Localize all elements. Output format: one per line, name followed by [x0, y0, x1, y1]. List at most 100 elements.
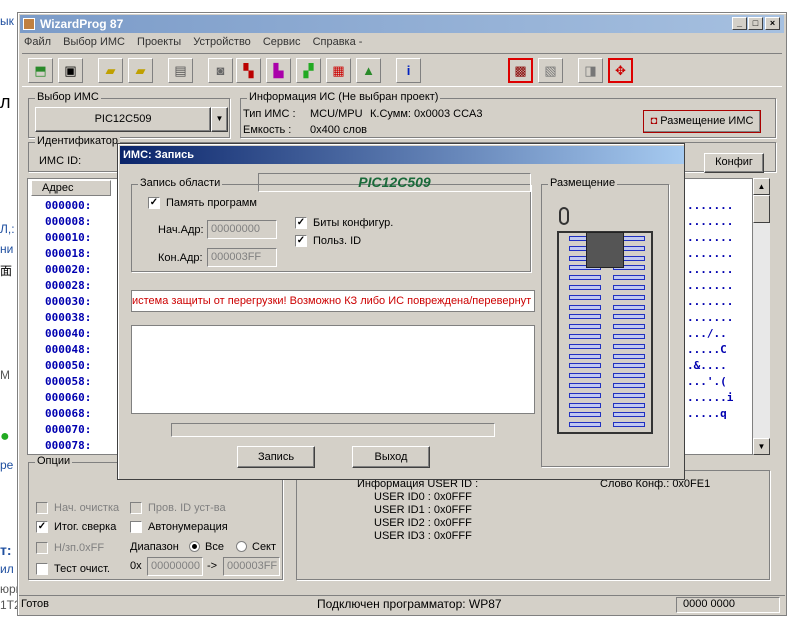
open-folder-icon[interactable]: ▰: [98, 58, 123, 83]
maximize-button[interactable]: □: [748, 17, 763, 30]
socket-pin: [613, 373, 645, 379]
chip-icon[interactable]: ◙: [208, 58, 233, 83]
bg-fragment: М: [0, 368, 10, 382]
progress-bar: [171, 423, 495, 437]
socket-pin: [569, 353, 601, 359]
device-id-checkbox[interactable]: [130, 502, 142, 514]
open-icon[interactable]: ⬒: [28, 58, 53, 83]
socket-pin: [569, 392, 601, 398]
hex-address: 000048:: [45, 343, 92, 356]
hex-address: 000000:: [45, 199, 92, 212]
config-bits-checkbox[interactable]: ✓: [295, 217, 307, 229]
bg-fragment: юрп: [0, 582, 18, 596]
range-all-radio[interactable]: [189, 541, 200, 552]
dialog-titlebar[interactable]: ИМС: Запись: [120, 146, 684, 164]
hex-address: 000068:: [45, 407, 92, 420]
config-button[interactable]: Конфиг: [704, 153, 764, 173]
hex-scrollbar[interactable]: ▲ ▼: [753, 178, 770, 455]
hex-address: 000050:: [45, 359, 92, 372]
final-verify-checkbox[interactable]: ✓: [36, 521, 48, 533]
fullscreen-icon[interactable]: ✥: [608, 58, 633, 83]
range-to-input[interactable]: 000003FF: [223, 557, 280, 576]
hex-ascii: .......: [687, 263, 734, 276]
ims-id-label: ИМС ID:: [39, 155, 82, 167]
socket-pin: [613, 392, 645, 398]
save-icon[interactable]: ▣: [58, 58, 83, 83]
menu-device[interactable]: Устройство: [193, 36, 251, 48]
initial-clear-label: Нач. очистка: [54, 502, 120, 514]
chip-placement-label: Размещение ИМС: [660, 115, 754, 127]
autonumber-checkbox[interactable]: [130, 521, 142, 533]
menu-file[interactable]: Файл: [24, 36, 51, 48]
start-address-label: Нач.Адр:: [158, 224, 204, 236]
range-from-input[interactable]: 00000000: [147, 557, 203, 576]
end-address-input[interactable]: 000003FF: [207, 248, 277, 267]
chip-type-value: MCU/MPU: [310, 108, 363, 120]
socket-pin: [569, 304, 601, 310]
chip-type-label: Тип ИМС :: [243, 108, 296, 120]
window-titlebar[interactable]: WizardProg 87 _ □ ×: [20, 15, 784, 33]
minimize-button[interactable]: _: [732, 17, 747, 30]
menu-help[interactable]: Справка -: [313, 36, 363, 48]
background-window: ык л Л,: ни 面 М ● ре т: ил з юрп 1Т2: [0, 0, 18, 633]
log-area[interactable]: [131, 325, 535, 414]
chip-stop-icon[interactable]: ▩: [508, 58, 533, 83]
socket-pin: [569, 324, 601, 330]
chevron-down-icon[interactable]: ▼: [211, 107, 228, 132]
hex-address: 000070:: [45, 423, 92, 436]
options-label: Опции: [35, 455, 73, 467]
disk-icon[interactable]: ▧: [538, 58, 563, 83]
verify-icon[interactable]: ▞: [296, 58, 321, 83]
socket-pin: [569, 275, 601, 281]
menu-projects[interactable]: Проекты: [137, 36, 181, 48]
error-message: истема защиты от перегрузки! Возможно КЗ…: [131, 290, 535, 312]
erase-icon[interactable]: ▦: [326, 58, 351, 83]
final-verify-label: Итог. сверка: [54, 521, 117, 533]
identifier-label: Идентификатор: [35, 135, 120, 147]
status-programmer: Подключен программатор: WP87: [317, 597, 502, 611]
bg-fragment: 1Т2: [0, 598, 18, 612]
hex-ascii: .../..: [687, 327, 727, 340]
hex-address: 000020:: [45, 263, 92, 276]
scroll-down-icon[interactable]: ▼: [753, 438, 770, 455]
menu-select-chip[interactable]: Выбор ИМС: [63, 36, 125, 48]
status-code: 0000 0000: [676, 597, 780, 613]
exit-button[interactable]: Выход: [352, 446, 430, 468]
hex-address: 000060:: [45, 391, 92, 404]
socket-pin: [613, 285, 645, 290]
chip-select-button[interactable]: PIC12C509: [35, 107, 211, 132]
user-id-checkbox[interactable]: ✓: [295, 235, 307, 247]
user-id-label: Польз. ID: [313, 235, 362, 247]
hex-header-address[interactable]: Адрес: [31, 180, 111, 196]
info-icon[interactable]: i: [396, 58, 421, 83]
dialog-chip-name: PIC12C509: [258, 173, 531, 192]
program-memory-checkbox[interactable]: ✓: [148, 197, 160, 209]
status-bar: Готов Подключен программатор: WP87 0000 …: [19, 595, 785, 614]
settings-icon[interactable]: ◨: [578, 58, 603, 83]
skip-ff-label: Н/зп.0xFF: [54, 542, 105, 554]
write-icon[interactable]: ▙: [266, 58, 291, 83]
test-clear-checkbox[interactable]: [36, 563, 48, 575]
scroll-up-icon[interactable]: ▲: [753, 178, 770, 195]
program-icon[interactable]: ▲: [356, 58, 381, 83]
initial-clear-checkbox[interactable]: [36, 502, 48, 514]
skip-ff-checkbox[interactable]: [36, 542, 48, 554]
read-icon[interactable]: ▚: [236, 58, 261, 83]
calculator-icon[interactable]: ▤: [168, 58, 193, 83]
scroll-thumb[interactable]: [753, 195, 770, 223]
hex-address: 000018:: [45, 247, 92, 260]
close-button[interactable]: ×: [765, 17, 780, 30]
device-id-label: Пров. ID уст-ва: [148, 502, 226, 514]
socket-pin: [569, 314, 601, 320]
range-sect-radio[interactable]: [236, 541, 247, 552]
hex-address: 000028:: [45, 279, 92, 292]
socket-pin: [613, 422, 645, 428]
folder-icon[interactable]: ▰: [128, 58, 153, 83]
start-address-input[interactable]: 00000000: [207, 220, 277, 239]
range-label: Диапазон: [130, 541, 179, 553]
autonumber-label: Автонумерация: [148, 521, 228, 533]
socket-pin: [569, 363, 601, 369]
chip-placement-button[interactable]: ◘ Размещение ИМС: [643, 110, 761, 133]
menu-service[interactable]: Сервис: [263, 36, 301, 48]
write-button[interactable]: Запись: [237, 446, 315, 468]
